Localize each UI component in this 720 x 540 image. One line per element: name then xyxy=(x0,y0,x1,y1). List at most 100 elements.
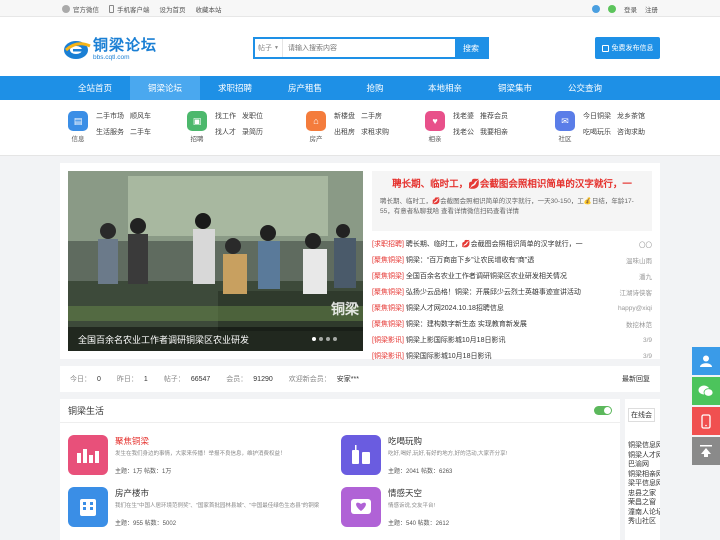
nav-realestate[interactable]: 房产租售 xyxy=(270,76,340,100)
friend-link[interactable]: 铜梁信息网 xyxy=(628,441,660,451)
link-food-fun[interactable]: 吃喝玩乐 xyxy=(583,127,611,137)
forum-item[interactable]: 房产楼市 我们在生"中国人居环境范例奖"、"国家首批园林县城"、"中国最佳绿色生… xyxy=(68,487,328,533)
friend-links: 铜梁信息网 铜梁人才网 巴渝网 铜梁相亲网 梁平信息网 忠县之家 荣昌之窗 潼南… xyxy=(628,441,660,527)
link-teahouse[interactable]: 龙乡茶馆 xyxy=(617,111,645,121)
list-item[interactable]: [聚焦铜梁] 铜梁：“百万商亩下乡”让农民增收有“商”透 温味山雨 xyxy=(372,252,652,268)
site-logo[interactable]: 铜梁论坛 bbs.cqtl.com xyxy=(63,36,157,62)
forum-name[interactable]: 吃喝玩购 xyxy=(388,435,422,447)
chat-icon[interactable]: ✉ xyxy=(555,111,575,131)
forum-meta: 主题：955 帖数：5002 xyxy=(115,521,177,527)
list-item[interactable]: [铜梁影讯] 铜梁上影国际影城10月18日影讯 3/9 xyxy=(372,332,652,348)
link-join-dating[interactable]: 我要相亲 xyxy=(480,127,508,137)
link-find-wife[interactable]: 找老婆 xyxy=(453,111,474,121)
post-info-button[interactable]: 免费发布信息 xyxy=(595,37,660,59)
link-resale[interactable]: 二手房 xyxy=(361,111,389,121)
info-icon[interactable]: ▤ xyxy=(68,111,88,131)
search-button[interactable]: 搜索 xyxy=(455,39,487,57)
nav-bus[interactable]: 公交查询 xyxy=(550,76,620,100)
friend-link[interactable]: 荣昌之窗 xyxy=(628,498,660,508)
heart-icon[interactable]: ♥ xyxy=(425,111,445,131)
back-to-top-button[interactable] xyxy=(692,437,720,465)
logo-title: 铜梁论坛 xyxy=(93,36,158,54)
link-find-husband[interactable]: 找老公 xyxy=(453,127,474,137)
wechat-login-icon[interactable] xyxy=(608,5,616,13)
friend-link[interactable]: 铜梁人才网 xyxy=(628,451,660,461)
link-rentals[interactable]: 出租房 xyxy=(334,127,355,137)
slider-dot[interactable] xyxy=(326,337,330,341)
forum-stats: 今日： 0 昨日： 1 帖子： 66547 会员： 91290 欢迎新会员： 安家*** … xyxy=(60,366,660,392)
friend-link[interactable]: 潼南人论坛 xyxy=(628,508,660,518)
nav-deals[interactable]: 抢购 xyxy=(340,76,410,100)
stat-posts: 帖子： 66547 xyxy=(163,376,211,383)
search-box: 帖子 ▼ 搜索 xyxy=(253,37,489,59)
link-new-homes[interactable]: 新楼盘 xyxy=(334,111,355,121)
news-list: [求职招聘] 聘长期、临时工，💋会截图会照相识简单的汉字就行，一 〇〇 [聚焦铜梁]… xyxy=(372,236,652,364)
link-used-cars[interactable]: 二手车 xyxy=(130,127,151,137)
link-recommended[interactable]: 推荐会员 xyxy=(480,111,508,121)
wechat-link[interactable]: 官方微信 xyxy=(62,4,99,14)
float-mobile-button[interactable] xyxy=(692,407,720,435)
forum-name[interactable]: 房产楼市 xyxy=(115,487,149,499)
friend-link[interactable]: 铜梁相亲网 xyxy=(628,470,660,480)
forum-item[interactable]: 吃喝玩购 吃好,喝好,玩好,有好的地方,好的活动,大家齐分享! 主题：2041 … xyxy=(341,435,601,481)
list-item[interactable]: [铜梁影讯] 铜梁国际影城10月18日影讯 3/9 xyxy=(372,348,652,364)
news-slider[interactable]: 全国百余名农业工作者调研铜梁区农业研发 铜梁 xyxy=(68,171,363,351)
search-category-select[interactable]: 帖子 ▼ xyxy=(255,39,283,57)
slider-dot[interactable] xyxy=(333,337,337,341)
briefcase-icon[interactable]: ▣ xyxy=(187,111,207,131)
forum-name[interactable]: 聚焦铜梁 xyxy=(115,435,149,447)
set-homepage-link[interactable]: 设为首页 xyxy=(160,4,186,14)
qq-login-icon[interactable] xyxy=(592,5,600,13)
link-services[interactable]: 生活服务 xyxy=(96,127,124,137)
list-item[interactable]: [求职招聘] 聘长期、临时工，💋会截图会照相识简单的汉字就行，一 〇〇 xyxy=(372,236,652,252)
slider-dot[interactable] xyxy=(312,337,316,341)
slider-photo xyxy=(68,171,363,351)
friend-link[interactable]: 巴渝网 xyxy=(628,460,660,470)
float-wechat-button[interactable] xyxy=(692,377,720,405)
tab-online[interactable]: 在线会 xyxy=(628,408,655,422)
nav-forum[interactable]: 铜梁论坛 xyxy=(130,76,200,100)
latest-replies-link[interactable]: 最新回复 xyxy=(622,374,650,384)
new-member-link[interactable]: 安家*** xyxy=(337,376,359,383)
link-rideshare[interactable]: 顺风车 xyxy=(130,111,151,121)
link-today[interactable]: 今日铜梁 xyxy=(583,111,611,121)
friend-link[interactable]: 忠县之家 xyxy=(628,489,660,499)
bookmark-link[interactable]: 收藏本站 xyxy=(196,4,222,14)
link-help[interactable]: 咨询求助 xyxy=(617,127,645,137)
nav-home[interactable]: 全站首页 xyxy=(60,76,130,100)
search-input[interactable] xyxy=(283,39,455,57)
house-icon[interactable]: ⌂ xyxy=(306,111,326,131)
link-post-job[interactable]: 发职位 xyxy=(242,111,263,121)
mobile-client-link[interactable]: 手机客户端 xyxy=(109,4,150,14)
link-find-job[interactable]: 找工作 xyxy=(215,111,236,121)
forum-item[interactable]: 聚焦铜梁 发生在我们身边的事情，大家来传播！举报不良信息，维护消费权益！ 主题：… xyxy=(68,435,328,481)
link-secondhand[interactable]: 二手市场 xyxy=(96,111,124,121)
login-link[interactable]: 登录 xyxy=(624,4,637,14)
stat-members: 会员： 91290 xyxy=(226,376,273,383)
link-resume[interactable]: 录简历 xyxy=(242,127,263,137)
slider-watermark: 铜梁 xyxy=(331,301,359,317)
forum-desc: 我们在生"中国人居环境范例奖"、"国家首批园林县城"、"中国最佳绿色生态县"的铜… xyxy=(115,503,320,509)
link-find-talent[interactable]: 找人才 xyxy=(215,127,236,137)
slider-dot[interactable] xyxy=(319,337,323,341)
float-user-button[interactable] xyxy=(692,347,720,375)
forum-name[interactable]: 情感天空 xyxy=(388,487,422,499)
list-item[interactable]: [聚焦铜梁] 铜梁人才网2024.10.18招聘信息 happy@xiqi xyxy=(372,300,652,316)
nav-market[interactable]: 铜梁集市 xyxy=(480,76,550,100)
list-item[interactable]: [聚焦铜梁] 弘扬少云品格！铜梁：开展邱少云烈士英雄事迹宣讲活动 江湖诗侠客 xyxy=(372,284,652,300)
links-sidebar: 在线会 铜梁信息网 铜梁人才网 巴渝网 铜梁相亲网 梁平信息网 忠县之家 荣昌之… xyxy=(625,399,660,540)
list-item[interactable]: [聚焦铜梁] 全国百余名农业工作者调研铜梁区农业研发相关情况 潘九 xyxy=(372,268,652,284)
nav-jobs[interactable]: 求职招聘 xyxy=(200,76,270,100)
register-link[interactable]: 注册 xyxy=(645,4,658,14)
nav-dating[interactable]: 本地相亲 xyxy=(410,76,480,100)
friend-link[interactable]: 秀山社区 xyxy=(628,517,660,527)
collapse-toggle[interactable] xyxy=(594,406,612,415)
headline-title[interactable]: 聘长期、临时工，💋会截图会照相识简单的汉字就行，一 xyxy=(380,176,644,190)
link-wanted[interactable]: 求租求购 xyxy=(361,127,389,137)
forum-item[interactable]: 情感天空 情感诉说,交友平台! 主题：540 帖数：2612 xyxy=(341,487,601,533)
stat-yesterday: 昨日： 1 xyxy=(116,376,148,383)
headline-box[interactable]: 聘长期、临时工，💋会截图会照相识简单的汉字就行，一 聘长期、临时工，💋会截图会照… xyxy=(372,171,652,231)
news-column: 聘长期、临时工，💋会截图会照相识简单的汉字就行，一 聘长期、临时工，💋会截图会照… xyxy=(372,171,652,364)
friend-link[interactable]: 梁平信息网 xyxy=(628,479,660,489)
list-item[interactable]: [聚焦铜梁] 铜梁：建构数字新生态 实现教育新发展 数挖林范 xyxy=(372,316,652,332)
